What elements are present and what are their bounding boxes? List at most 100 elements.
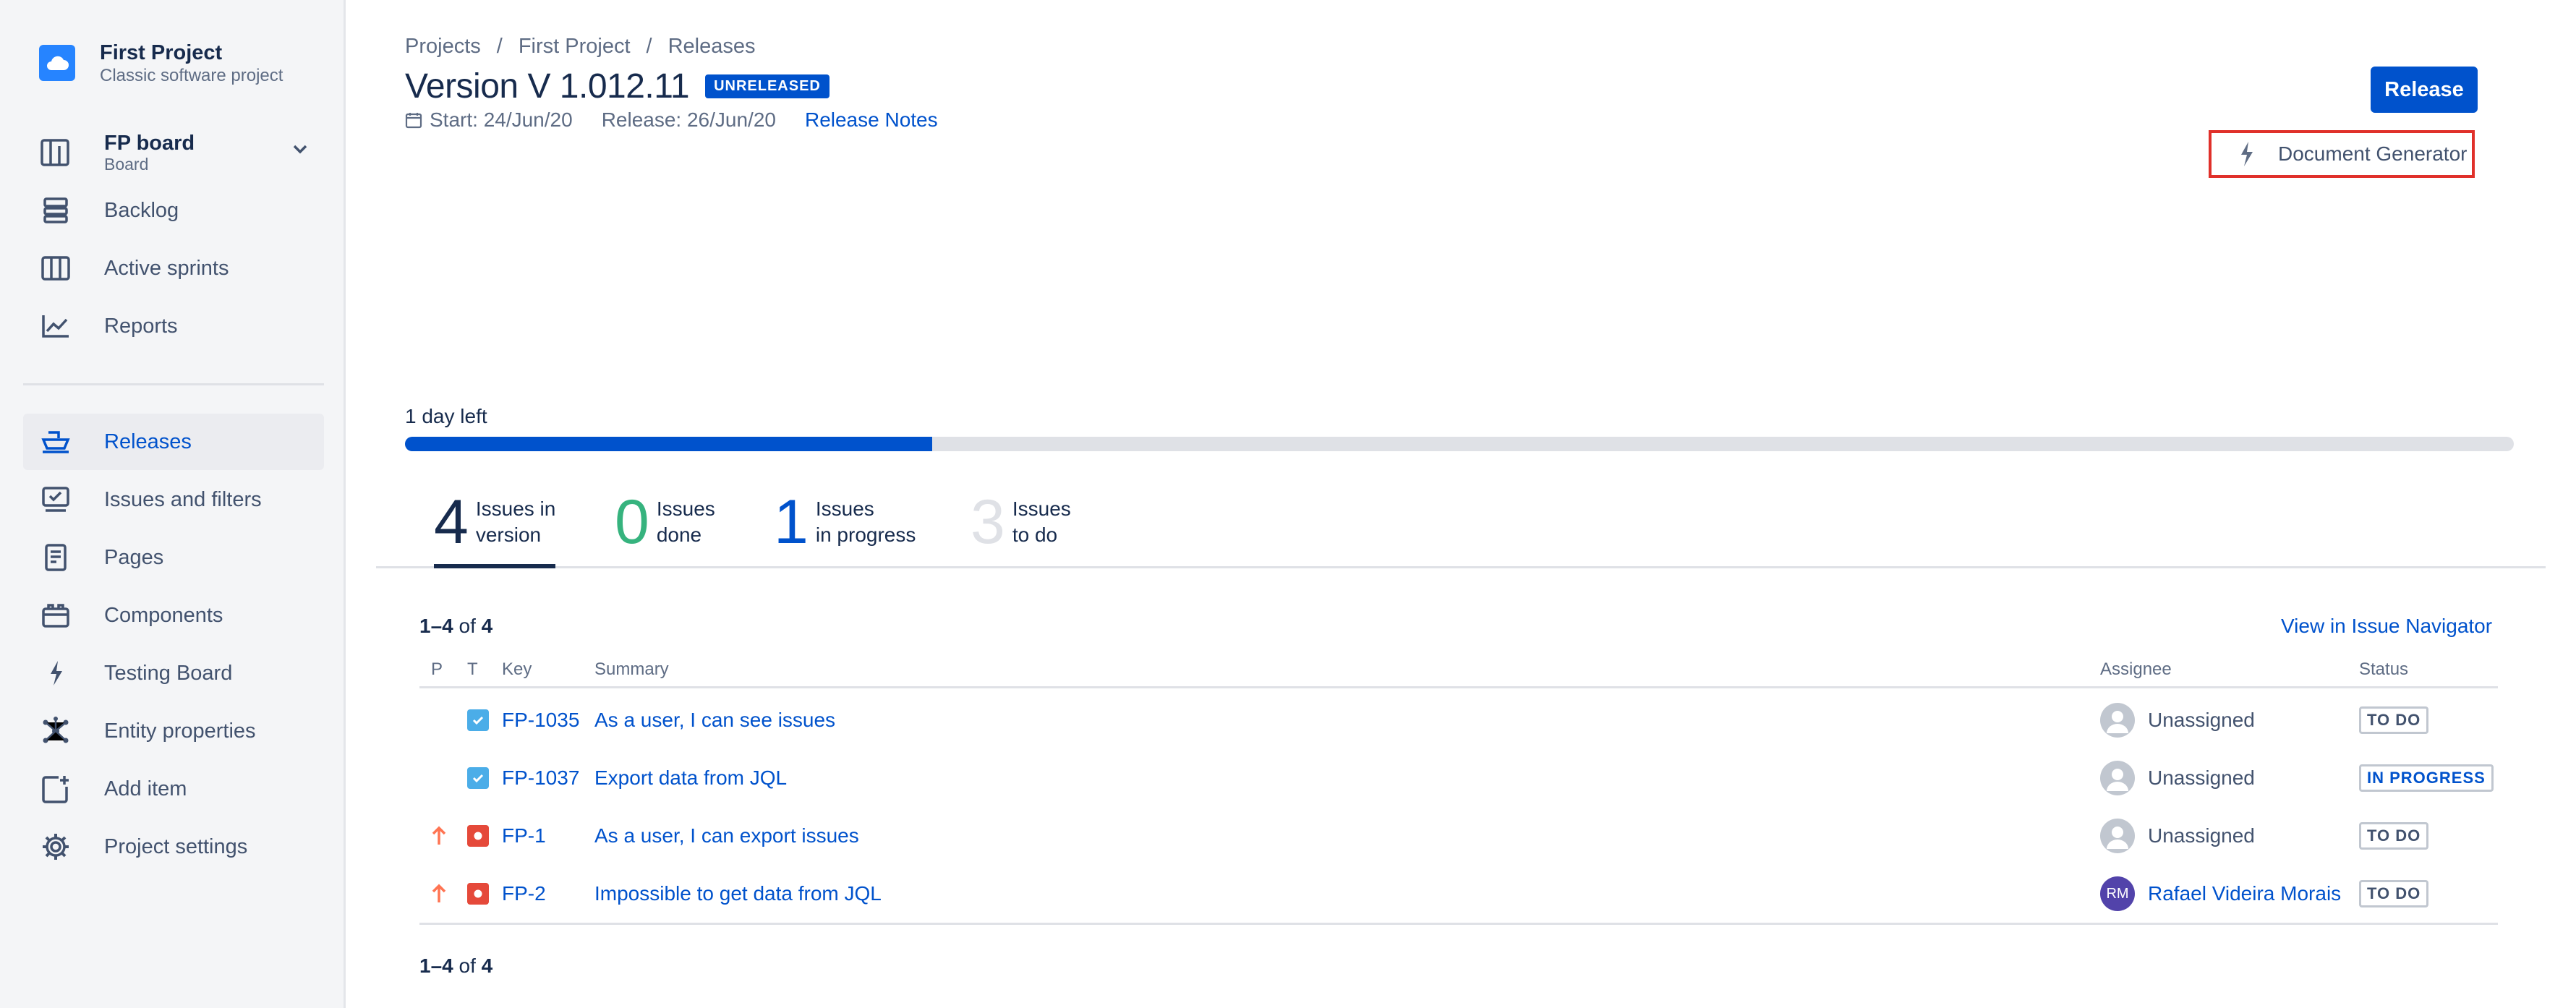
sidebar-divider — [23, 383, 324, 385]
story-type-icon — [467, 691, 489, 749]
sidebar-item-label: Pages — [104, 545, 164, 569]
breadcrumb: Projects / First Project / Releases — [405, 35, 755, 59]
assignee-name: Unassigned — [2148, 709, 2255, 731]
tab-label: Issues in progress — [815, 497, 916, 546]
board-title: FP board — [104, 132, 195, 155]
release-date: Release: 26/Jun/20 — [601, 108, 776, 131]
tab-issues-in-progress[interactable]: 1 Issues in progress — [774, 489, 916, 568]
status-cell: IN PROGRESS — [2359, 749, 2494, 807]
assignee-name: Unassigned — [2148, 824, 2255, 847]
sidebar-item-label: Backlog — [104, 198, 179, 222]
breadcrumb-separator: / — [496, 35, 503, 58]
issue-summary[interactable]: Export data from JQL — [594, 749, 787, 807]
assignee: Unassigned — [2100, 807, 2255, 865]
release-notes-link[interactable]: Release Notes — [805, 108, 938, 132]
sidebar-item-add-item[interactable]: Add item — [23, 761, 324, 817]
columns-icon — [39, 252, 72, 285]
assignee-name: Unassigned — [2148, 766, 2255, 789]
board-subtitle: Board — [104, 155, 149, 174]
tab-issues-done[interactable]: 0 Issues done — [615, 489, 715, 568]
release-button[interactable]: Release — [2371, 67, 2478, 113]
avatar: RM — [2100, 876, 2135, 911]
table-row[interactable]: FP-1037 Export data from JQL Unassigned … — [419, 749, 2498, 807]
breadcrumb-separator: / — [646, 35, 652, 58]
tab-count: 3 — [971, 487, 1005, 557]
view-in-issue-navigator-link[interactable]: View in Issue Navigator — [2281, 615, 2492, 638]
sidebar-item-issues-and-filters[interactable]: Issues and filters — [23, 471, 324, 528]
sidebar-item-testing-board[interactable]: Testing Board — [23, 645, 324, 701]
issue-summary[interactable]: As a user, I can see issues — [594, 691, 835, 749]
bug-type-icon — [467, 865, 489, 923]
sidebar-item-project-settings[interactable]: Project settings — [23, 819, 324, 875]
issue-summary[interactable]: Impossible to get data from JQL — [594, 865, 882, 923]
assignee: Unassigned — [2100, 691, 2255, 749]
story-type-icon — [467, 749, 489, 807]
sidebar-item-label: Project settings — [104, 834, 248, 858]
progress-fill — [405, 437, 932, 451]
ship-icon — [39, 425, 72, 458]
sidebar: First Project Classic software project F… — [0, 0, 346, 1008]
tab-label: Issues done — [656, 497, 715, 546]
page-title: Version V 1.012.11 — [405, 67, 690, 106]
status-cell: TO DO — [2359, 691, 2429, 749]
project-header[interactable]: First Project Classic software project — [39, 40, 283, 87]
tab-label: Issues to do — [1012, 497, 1071, 546]
issue-key[interactable]: FP-2 — [502, 865, 546, 923]
lightning-icon — [39, 657, 72, 690]
breadcrumb-projects[interactable]: Projects — [405, 35, 481, 59]
breadcrumb-releases[interactable]: Releases — [668, 35, 756, 59]
sidebar-item-label: Reports — [104, 314, 178, 338]
assignee[interactable]: RM Rafael Videira Morais — [2100, 865, 2341, 923]
tab-issues-to-do[interactable]: 3 Issues to do — [971, 489, 1071, 568]
assignee-name[interactable]: Rafael Videira Morais — [2148, 882, 2341, 905]
sidebar-item-label: Entity properties — [104, 719, 256, 743]
sidebar-item-backlog[interactable]: Backlog — [23, 182, 324, 239]
issue-summary[interactable]: As a user, I can export issues — [594, 807, 859, 865]
results-count-bottom: 1–4 of 4 — [419, 954, 493, 977]
issue-key[interactable]: FP-1035 — [502, 691, 579, 749]
table-row[interactable]: FP-1 As a user, I can export issues Unas… — [419, 807, 2498, 865]
status-lozenge: TO DO — [2359, 880, 2429, 907]
avatar — [2100, 819, 2135, 853]
tab-label: Issues in version — [475, 497, 556, 546]
bug-type-icon — [467, 807, 489, 865]
col-type: T — [467, 659, 478, 679]
sidebar-item-label: Components — [104, 603, 223, 627]
backlog-icon — [39, 194, 72, 227]
board-selector[interactable]: FP board Board — [23, 124, 324, 181]
assignee: Unassigned — [2100, 749, 2255, 807]
document-generator-button[interactable]: Document Generator — [2209, 130, 2475, 178]
chevron-down-icon[interactable] — [292, 143, 308, 158]
issue-key[interactable]: FP-1 — [502, 807, 546, 865]
tab-issues-in-version[interactable]: 4 Issues in version — [434, 489, 556, 568]
sidebar-item-pages[interactable]: Pages — [23, 529, 324, 586]
priority-high-arrow-icon — [431, 865, 447, 923]
board-icon — [39, 136, 72, 169]
reports-chart-icon — [39, 309, 72, 343]
issues-filter-icon — [39, 483, 72, 516]
tab-count: 0 — [615, 487, 649, 557]
col-priority: P — [431, 659, 443, 679]
tab-count: 1 — [774, 487, 809, 557]
sidebar-item-label: Releases — [104, 430, 192, 453]
add-item-icon — [39, 772, 72, 806]
sidebar-item-components[interactable]: Components — [23, 587, 324, 644]
avatar — [2100, 703, 2135, 738]
page-icon — [39, 541, 72, 574]
sidebar-item-releases[interactable]: Releases — [23, 414, 324, 470]
issue-key[interactable]: FP-1037 — [502, 749, 579, 807]
status-badge: UNRELEASED — [705, 74, 829, 98]
sidebar-item-label: Active sprints — [104, 256, 229, 280]
breadcrumb-first-project[interactable]: First Project — [519, 35, 631, 59]
col-status: Status — [2359, 659, 2409, 679]
results-count-top: 1–4 of 4 — [419, 615, 493, 637]
status-lozenge: TO DO — [2359, 706, 2429, 734]
table-row[interactable]: FP-2 Impossible to get data from JQL RM … — [419, 865, 2498, 923]
document-generator-label: Document Generator — [2278, 142, 2468, 165]
table-row[interactable]: FP-1035 As a user, I can see issues Unas… — [419, 691, 2498, 749]
sidebar-item-entity-properties[interactable]: Entity properties — [23, 703, 324, 759]
sidebar-item-label: Issues and filters — [104, 487, 262, 511]
components-icon — [39, 599, 72, 632]
sidebar-item-active-sprints[interactable]: Active sprints — [23, 240, 324, 296]
sidebar-item-reports[interactable]: Reports — [23, 298, 324, 354]
